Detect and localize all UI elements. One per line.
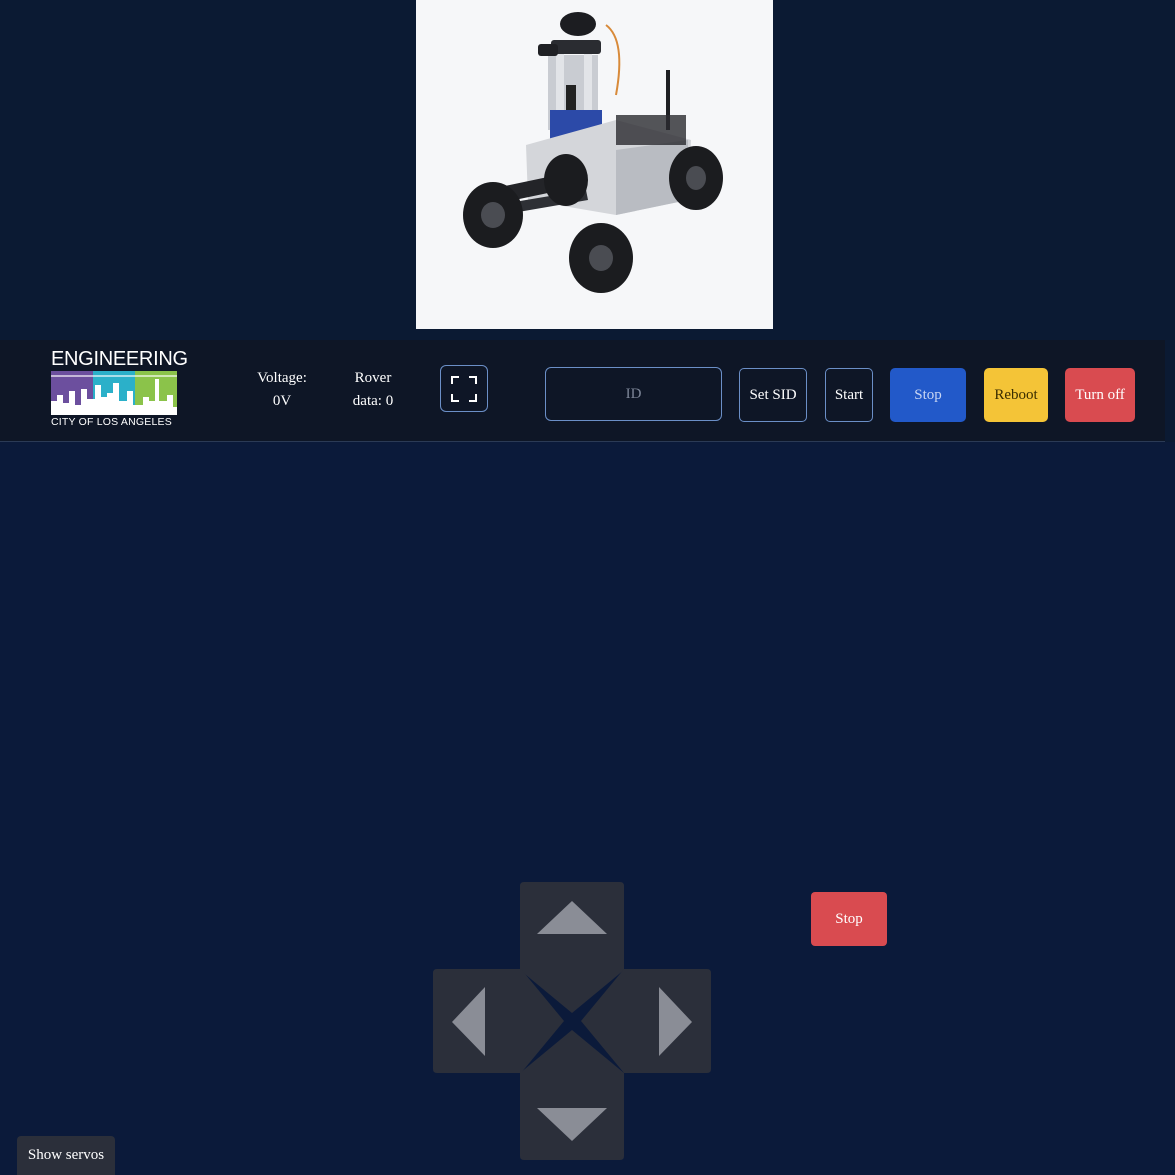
rover-data-label: Rover (354, 370, 392, 386)
camera-area (0, 0, 1175, 338)
voltage-readout: Voltage: 0V (247, 367, 317, 413)
id-input[interactable] (545, 367, 722, 421)
engineering-logo: ENGINEERING CITY OF LOS ANGELES (51, 348, 188, 430)
show-servos-button[interactable]: Show servos (17, 1136, 115, 1175)
reboot-button[interactable]: Reboot (984, 368, 1048, 422)
voltage-label: Voltage: (257, 370, 307, 386)
emergency-stop-button[interactable]: Stop (811, 892, 887, 946)
logo-title: ENGINEERING (51, 348, 188, 370)
control-header: ENGINEERING CITY OF LOS ANGELES Voltage:… (0, 340, 1165, 442)
city-skyline-icon (51, 371, 177, 415)
dpad (433, 882, 711, 1160)
voltage-value: 0V (272, 393, 292, 409)
logo-subtitle: CITY OF LOS ANGELES (51, 416, 172, 428)
rover-image (416, 0, 773, 329)
turn-off-button[interactable]: Turn off (1065, 368, 1135, 422)
set-sid-button[interactable]: Set SID (739, 368, 807, 422)
fullscreen-icon (451, 376, 477, 402)
rover-robot-photo (416, 0, 773, 329)
rover-control-page: ENGINEERING CITY OF LOS ANGELES Voltage:… (0, 0, 1175, 1175)
stop-button[interactable]: Stop (890, 368, 966, 422)
fullscreen-button[interactable] (440, 365, 488, 412)
start-button[interactable]: Start (825, 368, 873, 422)
rover-data-value: data: 0 (352, 393, 394, 409)
rover-data-readout: Rover data: 0 (340, 367, 406, 413)
